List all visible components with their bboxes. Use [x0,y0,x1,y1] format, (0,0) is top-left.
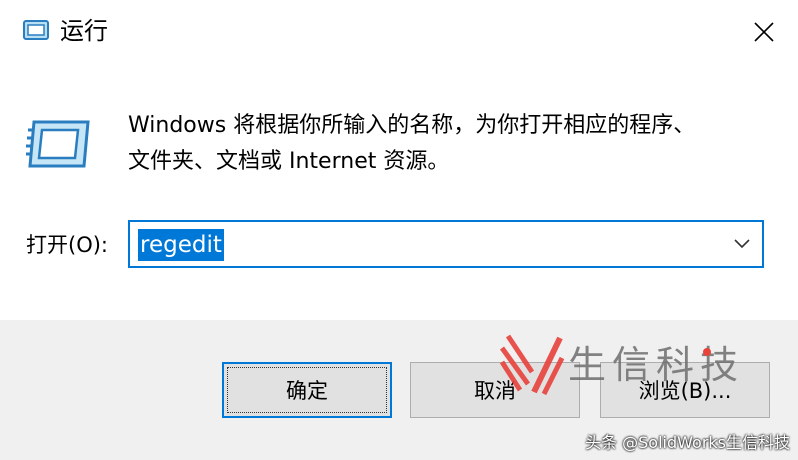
run-icon [23,20,49,40]
close-icon [754,22,774,42]
chevron-down-icon [734,239,750,249]
dropdown-button[interactable] [722,222,762,266]
open-combobox[interactable]: regedit [128,220,764,268]
watermark-logo-icon [499,334,564,396]
description-text: Windows 将根据你所输入的名称，为你打开相应的程序、 文件夹、文档或 In… [128,113,696,174]
open-label: 打开(O): [26,233,108,257]
close-button[interactable] [730,0,798,64]
open-input[interactable]: regedit [138,229,224,261]
run-icon [26,120,90,168]
watermark-dot [703,348,711,356]
ok-button[interactable]: 确定 [222,362,392,418]
title-bar: 运行 [0,0,798,64]
button-bar: 确定 取消 浏览(B)... 生信科技 头条 @SolidWorks生信科技 [0,320,798,460]
watermark-brand: 生信科技 [568,343,745,387]
dialog-content: Windows 将根据你所输入的名称，为你打开相应的程序、 文件夹、文档或 In… [0,64,798,320]
ok-button-label: 确定 [286,379,328,403]
window-title: 运行 [60,17,108,45]
watermark-credit: 头条 @SolidWorks生信科技 [585,433,790,452]
